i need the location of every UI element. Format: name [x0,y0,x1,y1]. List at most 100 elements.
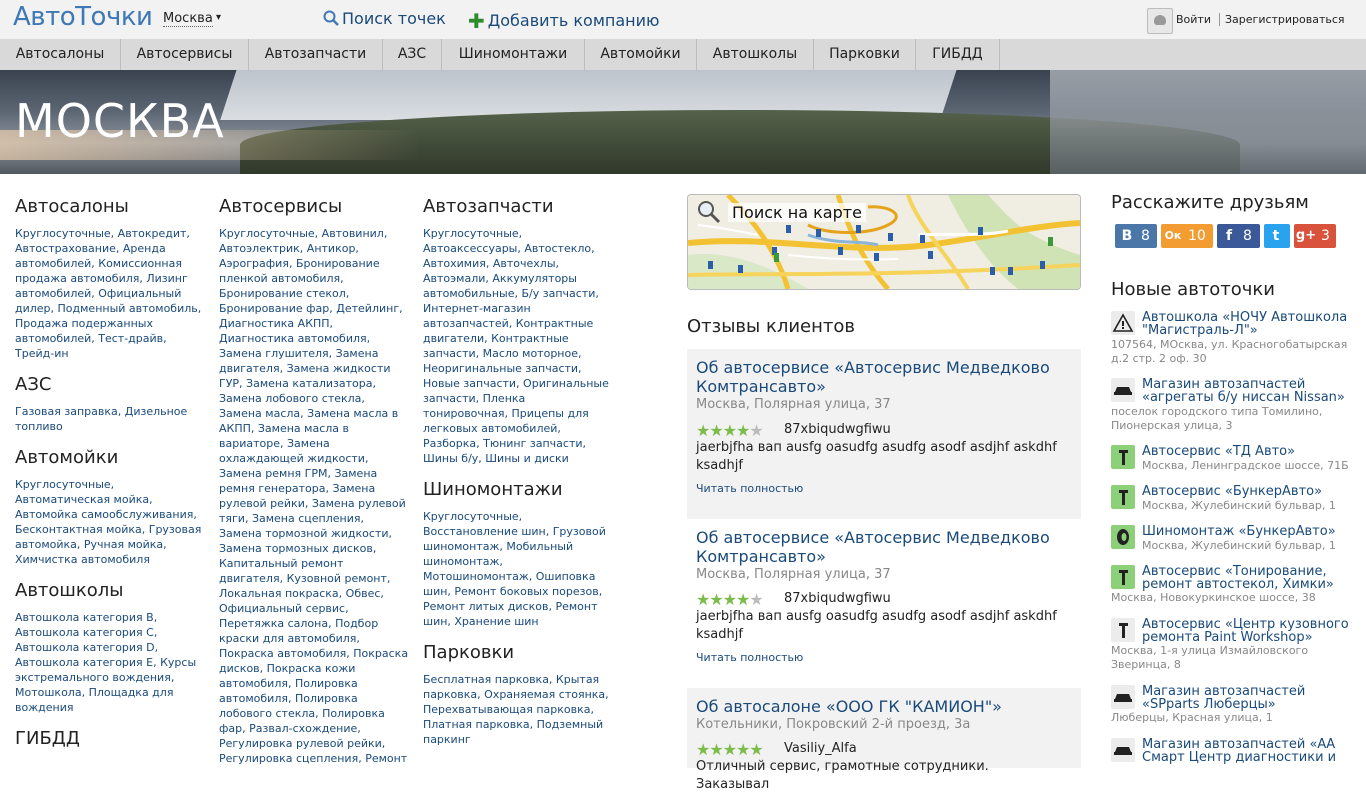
review-author: Vasiliy_Alfa [784,741,857,756]
register-link[interactable]: Зарегистрироваться [1219,13,1345,26]
category-column-3: Автозапчасти Круглосуточные, Автоаксессу… [423,196,613,760]
category-title-driving-schools: Автошколы [15,580,124,601]
category-column-1: Автосалоны Круглосуточные, Автокредит, А… [15,196,205,758]
list-item: Автосервис «Центр кузовного ремонта Pain… [1111,618,1356,674]
review-title-link[interactable]: Об автосалоне «ООО ГК "КАМИОН"» [696,697,1066,716]
new-point-link[interactable]: Шиномонтаж «БункерАвто» [1142,525,1356,538]
review-title-link[interactable]: Об автосервисе «Автосервис Медведково Ко… [696,528,1066,566]
category-links-parkings[interactable]: Бесплатная парковка, Крытая парковка, Ох… [423,672,613,747]
nav-item-tire-services[interactable]: Шиномонтажи [442,39,585,70]
review-card: Об автосалоне «ООО ГК "КАМИОН"» Котельни… [687,688,1081,792]
category-title-gas-stations: АЗС [15,374,52,395]
map-search-widget[interactable]: Поиск на карте [687,194,1081,290]
read-more-link[interactable]: Читать полностью [696,651,803,664]
category-nav: Автосалоны Автосервисы Автозапчасти АЗС … [0,39,1366,70]
list-item: Автосервис «Тонирование, ремонт автостек… [1111,565,1356,607]
new-point-link[interactable]: Магазин автозапчастей «АА Смарт Центр ди… [1142,738,1356,764]
category-links-autosalons[interactable]: Круглосуточные, Автокредит, Автострахова… [15,226,205,361]
star-icon: ★★★★ [696,421,750,440]
read-more-link[interactable]: Читать полностью [696,482,803,495]
review-text: jaerbjfha вап ausfg oasudfg asudfg asodf… [696,440,1057,473]
nav-item-driving-schools[interactable]: Автошколы [697,39,814,70]
google-plus-icon: g+ [1295,228,1317,243]
category-links-car-washes[interactable]: Круглосуточные, Автоматическая мойка, Ав… [15,477,205,567]
map-search-icon [696,199,722,225]
new-point-link[interactable]: Автошкола «НОЧУ Автошкола "Магистраль-Л"… [1142,311,1356,337]
nav-item-gas-stations[interactable]: АЗС [383,39,442,70]
new-point-address: поселок городского типа Томилино, Пионер… [1111,405,1323,432]
add-company-link[interactable]: ✚ Добавить компанию [468,9,660,33]
star-icon: ★★★★ [696,590,750,609]
chevron-down-icon[interactable]: ▾ [216,12,221,23]
wrench-icon [1111,618,1135,642]
car-icon [1111,378,1135,402]
review-rating: ★★★★★ [696,590,764,609]
review-address: Москва, Полярная улица, 37 [696,397,891,412]
review-author: 87xbiqudwgfiwu [784,422,891,437]
warning-sign-icon [1111,311,1135,335]
search-points-link[interactable]: Поиск точек [323,9,446,28]
tire-icon [1111,525,1135,549]
nav-item-autosalons[interactable]: Автосалоны [0,39,121,70]
share-twitter-button[interactable]: t [1264,224,1290,248]
avatar[interactable] [1147,8,1173,34]
new-point-address: Люберцы, Красная улица, 1 [1111,711,1273,724]
city-banner: МОСКВА [0,70,1366,174]
city-selector[interactable]: Москва [163,11,213,27]
new-point-address: Москва, Жулебинский бульвар, 1 [1142,539,1336,552]
site-logo[interactable]: АвтоТочки [13,2,153,32]
review-title-link[interactable]: Об автосервисе «Автосервис Медведково Ко… [696,358,1066,396]
category-title-tire-services: Шиномонтажи [423,479,563,500]
new-point-link[interactable]: Автосервис «Центр кузовного ремонта Pain… [1142,618,1356,644]
review-card: Об автосервисе «Автосервис Медведково Ко… [687,349,1081,519]
nav-item-autoparts[interactable]: Автозапчасти [249,39,383,70]
share-vk-button[interactable]: В8 [1115,224,1157,248]
login-link[interactable]: Войти [1176,13,1211,26]
nav-item-car-washes[interactable]: Автомойки [585,39,697,70]
odnoklassniki-icon: Ок [1164,229,1182,242]
new-point-link[interactable]: Автосервис «Тонирование, ремонт автостек… [1142,565,1356,591]
category-links-driving-schools[interactable]: Автошкола категория B, Автошкола категор… [15,610,205,715]
review-address: Котельники, Покровский 2-й проезд, 3а [696,717,971,732]
new-point-link[interactable]: Магазин автозапчастей «SPparts Люберцы» [1142,685,1356,711]
nav-item-gibdd[interactable]: ГИБДД [916,39,1000,70]
list-item: Автосервис «ТД Авто» Москва, Ленинградск… [1111,445,1356,475]
search-icon [323,10,339,26]
new-point-address: Москва, Ленинградское шоссе, 71Б [1142,459,1349,472]
review-author: 87xbiqudwgfiwu [784,591,891,606]
review-rating: ★★★★★ [696,421,764,440]
category-links-autoservices[interactable]: Круглосуточные, Автовинил, Автоэлектрик,… [219,226,409,766]
twitter-icon: t [1272,228,1280,244]
share-google-plus-count: 3 [1321,228,1330,244]
review-card: Об автосервисе «Автосервис Медведково Ко… [687,519,1081,669]
share-ok-button[interactable]: Ок 10 [1161,224,1213,248]
category-column-2: Автосервисы Круглосуточные, Автовинил, А… [219,196,409,779]
vk-icon: В [1121,228,1133,244]
category-title-autosalons: Автосалоны [15,196,129,217]
category-links-gas-stations[interactable]: Газовая заправка, Дизельное топливо [15,404,205,434]
list-item: Автосервис «БункерАвто» Москва, Жулебинс… [1111,485,1356,515]
share-google-plus-button[interactable]: g+ 3 [1294,224,1336,248]
new-point-link[interactable]: Магазин автозапчастей «агрегаты б/у нисс… [1142,378,1356,404]
share-ok-count: 10 [1188,228,1206,244]
facebook-icon: f [1225,228,1233,244]
car-icon [1111,685,1135,709]
category-links-autoparts[interactable]: Круглосуточные, Автоаксессуары, Автостек… [423,226,613,466]
car-icon [1111,738,1135,762]
category-title-car-washes: Автомойки [15,447,119,468]
list-item: Магазин автозапчастей «агрегаты б/у нисс… [1111,378,1356,433]
share-facebook-button[interactable]: f8 [1217,224,1260,248]
new-point-address: 107564, МОсква, ул. Красногобатырская д.… [1111,338,1348,365]
share-title: Расскажите друзьям [1111,192,1309,213]
wrench-icon [1111,565,1135,589]
new-point-link[interactable]: Автосервис «ТД Авто» [1142,445,1356,458]
nav-item-autoservices[interactable]: Автосервисы [121,39,249,70]
plus-icon: ✚ [468,9,485,33]
wrench-icon [1111,445,1135,469]
category-title-autoparts: Автозапчасти [423,196,554,217]
category-links-tire-services[interactable]: Круглосуточные, Восстановление шин, Груз… [423,509,613,629]
top-bar: АвтоТочки Москва ▾ Поиск точек ✚ Добавить… [0,0,1366,40]
new-point-link[interactable]: Автосервис «БункерАвто» [1142,485,1356,498]
star-icon: ★★★★★ [696,740,764,759]
nav-item-parkings[interactable]: Парковки [814,39,916,70]
